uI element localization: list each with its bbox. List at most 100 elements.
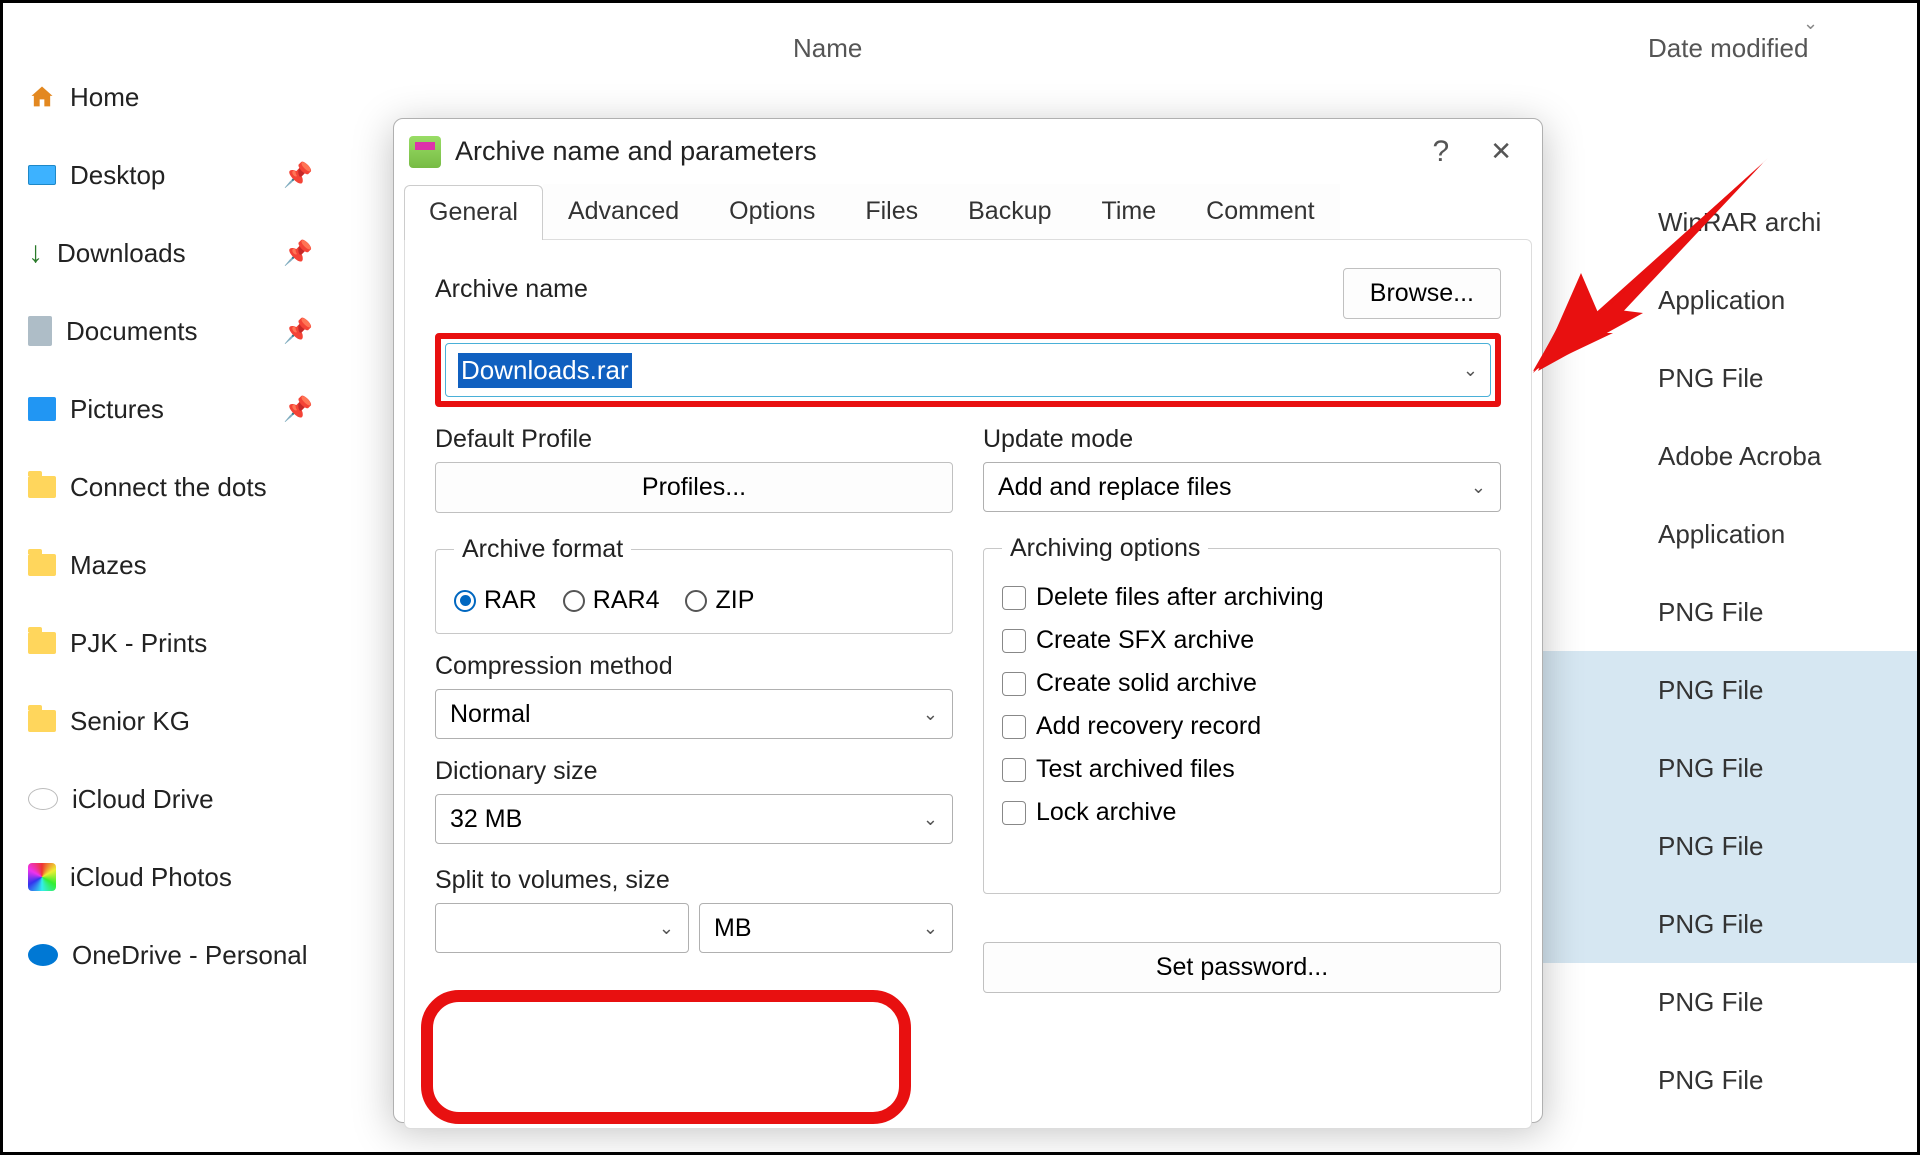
checkbox-icon [1002,715,1026,739]
default-profile-label: Default Profile [435,425,953,454]
format-radio-rar4[interactable]: RAR4 [563,586,660,615]
checkbox-icon [1002,629,1026,653]
option-checkbox[interactable]: Create solid archive [1002,669,1482,698]
option-checkbox[interactable]: Test archived files [1002,755,1482,784]
column-name[interactable]: Name [793,33,862,64]
dialog-title: Archive name and parameters [455,136,1407,167]
file-type: Application [1658,285,1785,316]
compression-select[interactable]: Normal ⌄ [435,689,953,739]
cloud-icon [28,788,58,810]
file-row[interactable]: WinRAR archi [1543,183,1917,261]
sidebar-item-onedrive[interactable]: OneDrive - Personal [28,916,353,994]
file-type: PNG File [1658,987,1763,1018]
radio-icon [563,590,585,612]
tab-advanced[interactable]: Advanced [543,184,704,239]
help-button[interactable]: ? [1421,135,1462,169]
sidebar-item-icloud-photos[interactable]: iCloud Photos [28,838,353,916]
folder-icon [28,554,56,576]
archive-format-legend: Archive format [454,535,631,564]
split-unit-value: MB [714,914,752,943]
tab-comment[interactable]: Comment [1181,184,1339,239]
file-list: WinRAR archiApplicationPNG FileAdobe Acr… [1543,183,1917,1119]
format-radio-rar[interactable]: RAR [454,586,537,615]
chevron-down-icon: ⌄ [923,918,938,939]
tab-backup[interactable]: Backup [943,184,1076,239]
tab-options[interactable]: Options [704,184,840,239]
sidebar-label: Home [70,82,139,113]
option-checkbox[interactable]: Delete files after archiving [1002,583,1482,612]
profiles-button[interactable]: Profiles... [435,462,953,513]
folder-icon [28,710,56,732]
file-row[interactable]: Application [1543,261,1917,339]
sidebar-item-folder[interactable]: PJK - Prints [28,604,353,682]
dialog-titlebar: Archive name and parameters ? ✕ [394,119,1542,184]
archive-dialog: Archive name and parameters ? ✕ GeneralA… [393,118,1543,1123]
option-checkbox[interactable]: Lock archive [1002,798,1482,827]
file-row[interactable]: PNG File [1543,885,1917,963]
file-row[interactable]: PNG File [1543,963,1917,1041]
sidebar-item-folder[interactable]: Mazes [28,526,353,604]
compression-label: Compression method [435,652,953,681]
sidebar-item-folder[interactable]: Connect the dots [28,448,353,526]
update-mode-select[interactable]: Add and replace files ⌄ [983,462,1501,512]
tab-general[interactable]: General [404,185,543,240]
sidebar-item-downloads[interactable]: ↓ Downloads 📌 [28,214,353,292]
file-row[interactable]: PNG File [1543,573,1917,651]
browse-button[interactable]: Browse... [1343,268,1501,319]
dialog-tabs: GeneralAdvancedOptionsFilesBackupTimeCom… [404,184,1532,239]
dictionary-select[interactable]: 32 MB ⌄ [435,794,953,844]
sidebar-item-home[interactable]: Home [28,58,353,136]
chevron-down-icon: ⌄ [1471,477,1486,498]
folder-icon [28,632,56,654]
option-checkbox[interactable]: Add recovery record [1002,712,1482,741]
radio-icon [685,590,707,612]
option-checkbox[interactable]: Create SFX archive [1002,626,1482,655]
folder-icon [28,476,56,498]
desktop-icon [28,165,56,185]
document-icon [28,316,52,346]
file-row[interactable]: Application [1543,495,1917,573]
tab-general: Archive name Browse... Downloads.rar ⌄ D… [404,239,1532,1129]
checkbox-icon [1002,586,1026,610]
split-label: Split to volumes, size [435,866,953,895]
file-row[interactable]: PNG File [1543,651,1917,729]
file-row[interactable]: PNG File [1543,1041,1917,1119]
tab-files[interactable]: Files [840,184,943,239]
onedrive-icon [28,944,58,966]
file-type: PNG File [1658,831,1763,862]
sidebar-item-pictures[interactable]: Pictures 📌 [28,370,353,448]
download-icon: ↓ [28,236,43,270]
pictures-icon [28,397,56,421]
file-row[interactable]: PNG File [1543,807,1917,885]
chevron-down-icon: ⌄ [923,704,938,725]
chevron-down-icon: ⌄ [1463,360,1478,381]
dictionary-label: Dictionary size [435,757,953,786]
column-date[interactable]: Date modified [1648,33,1808,64]
file-row[interactable]: PNG File [1543,729,1917,807]
checkbox-icon [1002,758,1026,782]
checkbox-icon [1002,801,1026,825]
sidebar-item-folder[interactable]: Senior KG [28,682,353,760]
sidebar-item-desktop[interactable]: Desktop 📌 [28,136,353,214]
split-size-field[interactable]: ⌄ [435,903,689,953]
set-password-button[interactable]: Set password... [983,942,1501,993]
update-mode-label: Update mode [983,425,1501,454]
file-type: PNG File [1658,597,1763,628]
close-button[interactable]: ✕ [1475,136,1527,167]
format-radio-zip[interactable]: ZIP [685,586,754,615]
archiving-options-legend: Archiving options [1002,534,1208,563]
file-type: PNG File [1658,675,1763,706]
sidebar-label: OneDrive - Personal [72,940,308,971]
split-unit-select[interactable]: MB ⌄ [699,903,953,953]
compression-value: Normal [450,700,531,729]
sidebar-label: iCloud Drive [72,784,214,815]
tab-time[interactable]: Time [1077,184,1182,239]
archive-name-field[interactable]: Downloads.rar ⌄ [445,343,1491,397]
file-row[interactable]: Adobe Acroba [1543,417,1917,495]
file-row[interactable]: PNG File [1543,339,1917,417]
sidebar-item-icloud-drive[interactable]: iCloud Drive [28,760,353,838]
pin-icon: 📌 [283,161,313,190]
update-mode-value: Add and replace files [998,473,1231,502]
sidebar-label: Documents [66,316,198,347]
sidebar-item-documents[interactable]: Documents 📌 [28,292,353,370]
